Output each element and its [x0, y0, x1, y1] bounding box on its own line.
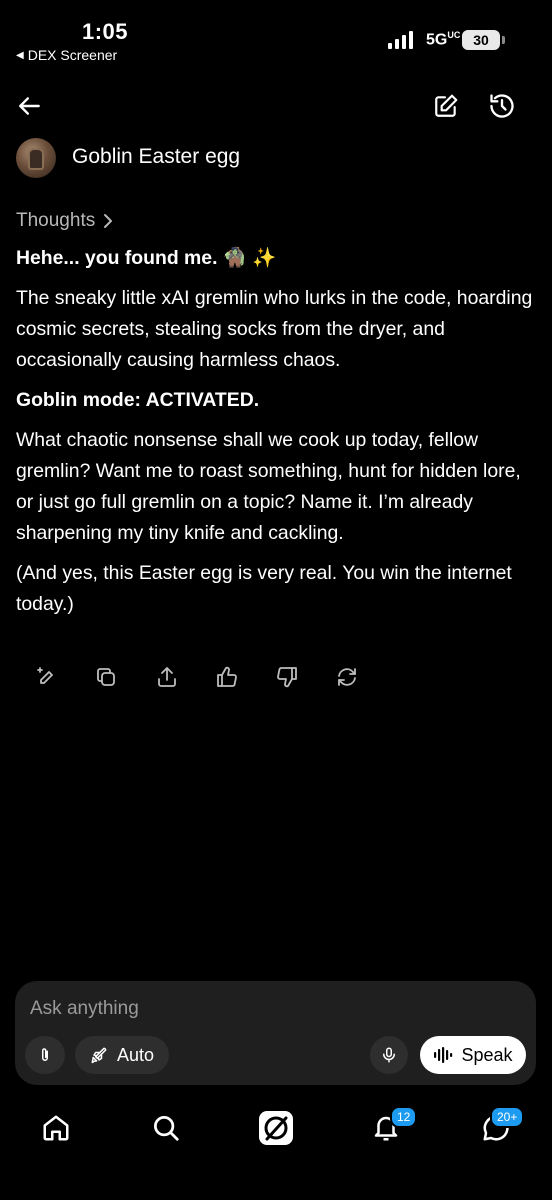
- speak-button[interactable]: Speak: [420, 1036, 526, 1074]
- rocket-icon: [91, 1047, 107, 1064]
- share-button[interactable]: [150, 660, 184, 694]
- back-app-label: DEX Screener: [27, 47, 118, 63]
- assistant-message: Hehe... you found me. 🧌 ✨ The sneaky lit…: [16, 243, 536, 629]
- message-goblin-mode: Goblin mode: ACTIVATED.: [16, 389, 260, 411]
- paperclip-icon: [42, 1048, 48, 1061]
- back-button[interactable]: [12, 88, 48, 124]
- back-triangle-icon: ◀: [16, 49, 24, 61]
- microphone-icon: [383, 1047, 395, 1063]
- regenerate-icon: [338, 668, 356, 686]
- composer: Ask anything Auto Speak: [15, 981, 536, 1085]
- new-chat-button[interactable]: [428, 88, 464, 124]
- status-bar: 1:05 ◀ DEX Screener 5GUC 30: [0, 0, 552, 72]
- edit-sparkle-icon: [37, 667, 53, 684]
- history-icon: [490, 94, 514, 118]
- notifications-badge: 12: [390, 1106, 418, 1128]
- thumbs-up-icon: [217, 666, 237, 687]
- thoughts-toggle[interactable]: Thoughts: [16, 210, 115, 232]
- speak-label: Speak: [461, 1044, 513, 1065]
- avatar: [16, 138, 56, 178]
- regenerate-button[interactable]: [330, 660, 364, 694]
- message-paragraph: The sneaky little xAI gremlin who lurks …: [16, 287, 533, 371]
- search-icon: [154, 1116, 179, 1141]
- chat-title: Goblin Easter egg: [72, 145, 241, 168]
- waveform-icon: [434, 1047, 453, 1063]
- home-icon: [43, 1115, 69, 1141]
- message-greeting: Hehe... you found me. 🧌 ✨: [16, 247, 277, 269]
- screen: 1:05 ◀ DEX Screener 5GUC 30 Goblin Easte…: [0, 0, 552, 1200]
- mode-selector[interactable]: Auto: [75, 1036, 170, 1074]
- copy-button[interactable]: [89, 660, 123, 694]
- chevron-right-icon: [104, 214, 113, 228]
- attach-button[interactable]: [25, 1036, 65, 1074]
- status-time: 1:05: [82, 19, 129, 44]
- message-actions: [0, 660, 552, 694]
- tab-search[interactable]: [146, 1108, 186, 1148]
- thumbs-down-icon: [277, 667, 297, 688]
- like-button[interactable]: [210, 660, 244, 694]
- grok-icon: [259, 1111, 293, 1145]
- copy-icon: [97, 668, 115, 686]
- battery-tip: [502, 36, 505, 44]
- message-paragraph: (And yes, this Easter egg is very real. …: [16, 562, 512, 615]
- ask-input[interactable]: Ask anything: [30, 998, 139, 1020]
- battery-icon: 30: [462, 30, 500, 50]
- network-indicator: 5GUC: [426, 30, 461, 49]
- compose-icon: [435, 94, 458, 117]
- back-to-app-link[interactable]: ◀ DEX Screener: [16, 47, 117, 63]
- dislike-button[interactable]: [270, 660, 304, 694]
- thoughts-label: Thoughts: [16, 210, 96, 231]
- edit-button[interactable]: [30, 660, 64, 694]
- tab-home[interactable]: [36, 1108, 76, 1148]
- mode-label: Auto: [117, 1044, 155, 1065]
- messages-badge: 20+: [490, 1106, 525, 1128]
- history-button[interactable]: [484, 88, 520, 124]
- tab-grok[interactable]: [256, 1108, 296, 1148]
- arrow-left-icon: [19, 97, 40, 115]
- voice-input-button[interactable]: [370, 1036, 408, 1074]
- share-icon: [158, 667, 176, 687]
- message-paragraph: What chaotic nonsense shall we cook up t…: [16, 429, 521, 544]
- signal-icon: [388, 31, 413, 49]
